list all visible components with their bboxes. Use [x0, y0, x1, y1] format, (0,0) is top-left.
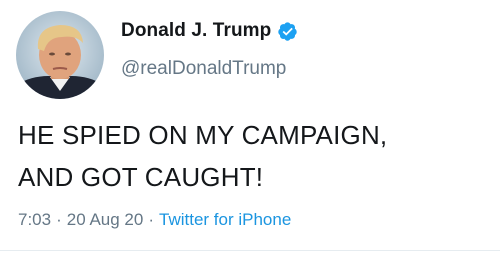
meta-separator: · — [148, 210, 155, 229]
author-name-row[interactable]: Donald J. Trump — [121, 20, 298, 42]
tweet-text: HE SPIED ON MY CAMPAIGN, AND GOT CAUGHT! — [18, 114, 488, 198]
user-handle[interactable]: @realDonaldTrump — [121, 58, 286, 80]
tweet-text-line-1: HE SPIED ON MY CAMPAIGN, — [18, 120, 388, 150]
divider — [0, 250, 500, 251]
tweet-card: Donald J. Trump @realDonaldTrump HE SPIE… — [0, 0, 500, 256]
display-name[interactable]: Donald J. Trump — [121, 20, 271, 42]
tweet-text-line-2: AND GOT CAUGHT! — [18, 162, 264, 192]
tweet-time[interactable]: 7:03 — [18, 210, 51, 229]
meta-separator: · — [56, 210, 62, 229]
tweet-source-link[interactable]: Twitter for iPhone — [159, 210, 291, 229]
tweet-date[interactable]: 20 Aug 20 — [67, 210, 144, 229]
avatar[interactable] — [16, 11, 104, 99]
tweet-meta: 7:03 · 20 Aug 20 · Twitter for iPhone — [18, 210, 291, 230]
profile-photo-icon — [16, 11, 104, 99]
verified-badge-icon — [278, 21, 298, 41]
